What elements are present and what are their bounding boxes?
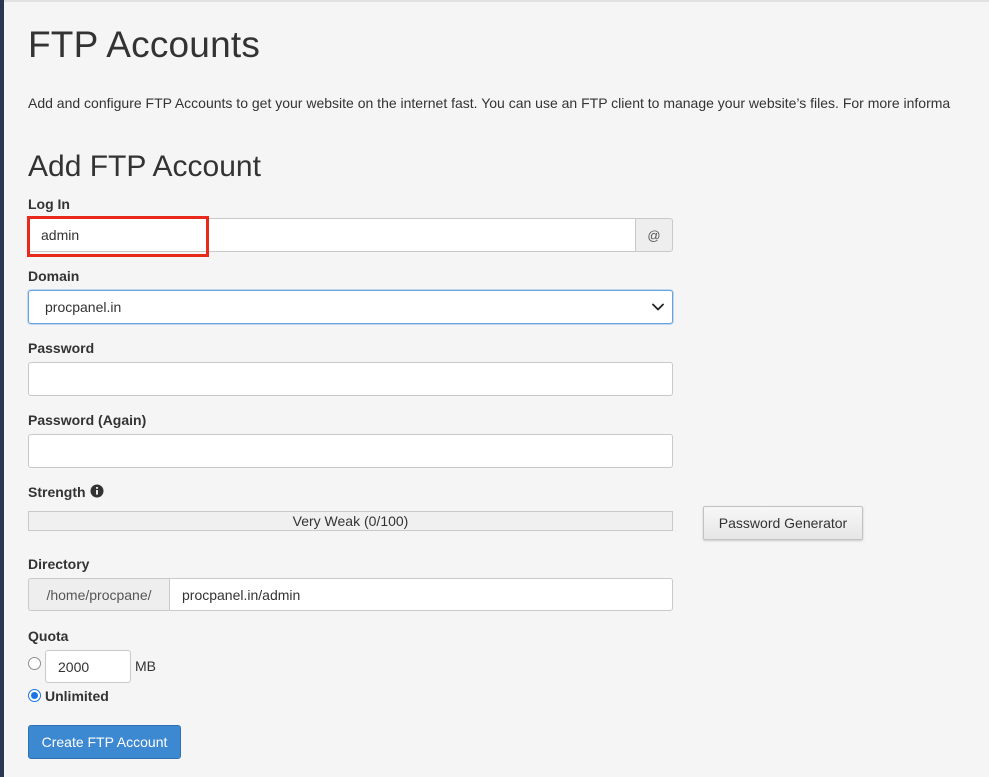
strength-label: Strength [28, 484, 86, 500]
at-sign-addon: @ [635, 218, 673, 252]
password-again-label: Password (Again) [28, 412, 147, 428]
create-ftp-account-button[interactable]: Create FTP Account [28, 725, 181, 759]
strength-text: Very Weak (0/100) [292, 513, 409, 529]
section-title: Add FTP Account [28, 150, 261, 183]
password-generator-button[interactable]: Password Generator [703, 506, 863, 540]
quota-limit-input[interactable] [45, 650, 131, 683]
chevron-down-icon [648, 297, 668, 317]
quota-unit-label: MB [135, 658, 156, 674]
sidebar-edge [0, 0, 4, 777]
directory-label: Directory [28, 556, 90, 572]
quota-label: Quota [28, 628, 69, 644]
quota-unlimited-radio[interactable] [28, 689, 41, 702]
login-label: Log In [28, 196, 70, 212]
password-label: Password [28, 340, 95, 356]
password-input[interactable] [28, 362, 673, 396]
directory-prefix: /home/procpane/ [28, 578, 169, 611]
page-title: FTP Accounts [28, 24, 261, 65]
directory-input[interactable] [169, 578, 673, 611]
login-input[interactable] [28, 218, 636, 252]
domain-select[interactable]: procpanel.in [28, 290, 673, 324]
password-strength-meter: Very Weak (0/100) [28, 511, 673, 531]
top-divider [4, 0, 989, 2]
quota-unlimited-label[interactable]: Unlimited [45, 688, 109, 704]
password-again-input[interactable] [28, 434, 673, 468]
domain-selected-value: procpanel.in [45, 299, 122, 315]
page-description: Add and configure FTP Accounts to get yo… [28, 95, 951, 111]
info-circle-icon[interactable] [90, 484, 104, 498]
domain-label: Domain [28, 268, 80, 284]
quota-limit-radio[interactable] [28, 657, 41, 670]
